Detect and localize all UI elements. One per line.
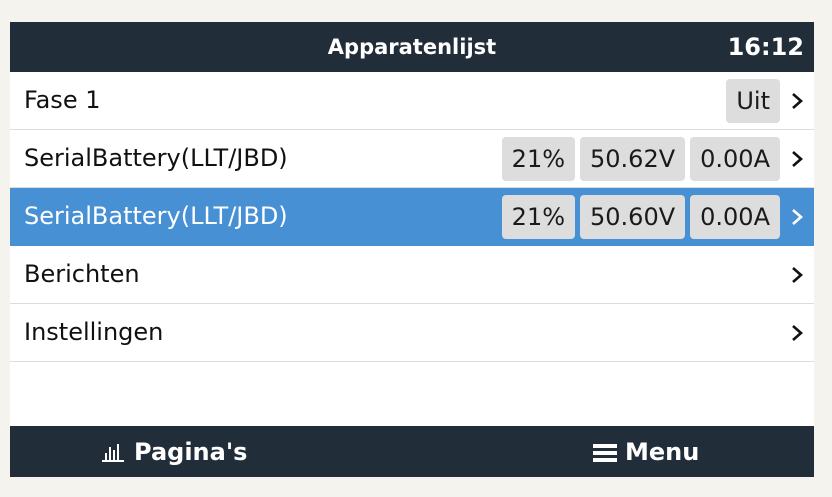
list-item-label: Instellingen [24,318,164,346]
list-item-instellingen[interactable]: Instellingen [10,304,814,362]
status-badge: Uit [726,79,780,123]
current-badge: 0.00A [690,195,780,239]
hamburger-icon [593,443,617,462]
chevron-right-icon [792,93,803,109]
list-item-label: SerialBattery(LLT/JBD) [24,144,288,172]
current-badge: 0.00A [690,137,780,181]
list-item-label: Fase 1 [24,86,101,114]
list-item-fase-1[interactable]: Fase 1 Uit [10,72,814,130]
bar-chart-icon [102,443,124,462]
chevron-right-icon [792,325,803,341]
list-item-values: 21% 50.60V 0.00A [501,195,780,239]
device-screen: Apparatenlijst 16:12 Fase 1 Uit SerialBa… [10,22,814,477]
list-item-label: Berichten [24,260,140,288]
chevron-right-icon [792,151,803,167]
menu-button[interactable]: Menu [593,426,699,477]
page-title: Apparatenlijst [327,35,497,59]
list-item-berichten[interactable]: Berichten [10,246,814,304]
voltage-badge: 50.60V [580,195,686,239]
chevron-right-icon [792,267,803,283]
list-item-values: Uit [726,79,780,123]
list-item-values: 21% 50.62V 0.00A [501,137,780,181]
list-item-battery-2[interactable]: SerialBattery(LLT/JBD) 21% 50.60V 0.00A [10,188,814,246]
chevron-right-icon [792,209,803,225]
voltage-badge: 50.62V [580,137,686,181]
menu-button-label: Menu [625,437,700,466]
device-list: Fase 1 Uit SerialBattery(LLT/JBD) 21% 50… [10,72,814,362]
soc-badge: 21% [501,195,576,239]
list-item-label: SerialBattery(LLT/JBD) [24,202,288,230]
clock: 16:12 [727,33,804,61]
header-bar: Apparatenlijst 16:12 [10,22,814,72]
soc-badge: 21% [501,137,576,181]
list-item-battery-1[interactable]: SerialBattery(LLT/JBD) 21% 50.62V 0.00A [10,130,814,188]
pages-button[interactable]: Pagina's [100,426,247,477]
pages-button-label: Pagina's [134,437,248,466]
footer-bar: Pagina's Menu [10,426,814,477]
